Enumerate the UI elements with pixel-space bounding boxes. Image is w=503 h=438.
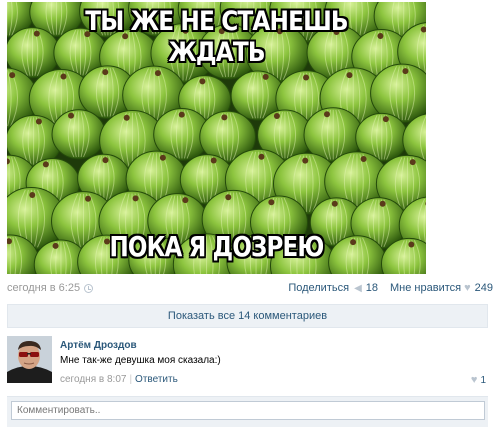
gooseberry-stem (382, 116, 389, 123)
comment-date[interactable]: сегодня в 8:07 (60, 374, 126, 385)
gooseberry-stem (303, 74, 310, 81)
heart-icon[interactable]: ♥ (464, 282, 471, 294)
avatar[interactable] (7, 336, 52, 383)
separator: | (129, 374, 133, 385)
gooseberry-stem (402, 68, 409, 75)
gooseberry-stem (221, 114, 228, 121)
gooseberry-stem (154, 70, 161, 77)
gooseberry-stem (102, 69, 109, 76)
gooseberry-stem (85, 195, 92, 202)
comment-author[interactable]: Артём Дроздов (60, 340, 137, 351)
gooseberry-stem (178, 111, 185, 118)
comment-like-button[interactable]: ♥ 1 (471, 374, 486, 386)
gooseberry-stem (409, 159, 416, 166)
gooseberry-stem (360, 156, 367, 163)
clock-icon (84, 283, 94, 293)
gooseberry-stem (42, 161, 49, 168)
gooseberry-stem (35, 118, 42, 125)
gooseberry-stem (159, 154, 166, 161)
meme-caption-top: ТЫ ЖЕ НЕ СТАНЕШЬ ЖДАТЬ (85, 6, 348, 68)
gooseberry-stem (262, 73, 269, 80)
comment-input[interactable] (11, 401, 485, 420)
post-image[interactable]: ТЫ ЖЕ НЕ СТАНЕШЬ ЖДАТЬ ПОКА Я ДОЗРЕЮ (7, 2, 426, 274)
comment-text: Мне так-же девушка моя сказала:) (60, 355, 221, 366)
gooseberry-stem (182, 197, 189, 204)
like-count[interactable]: 249 (475, 282, 493, 294)
post-actions: Поделиться ◀ 18 Мне нравится ♥ 249 (288, 282, 493, 294)
meme-caption-bottom: ПОКА Я ДОЗРЕЮ (109, 230, 324, 263)
post-meta: сегодня в 6:25 Поделиться ◀ 18 Мне нрави… (7, 280, 493, 296)
like-button[interactable]: Мне нравится (390, 282, 461, 294)
gooseberry-stem (123, 114, 130, 121)
reply-button[interactable]: Ответить (135, 374, 178, 385)
share-count[interactable]: 18 (366, 282, 378, 294)
gooseberry-stem (258, 153, 265, 160)
gooseberry-stem (210, 157, 217, 164)
comment-form (7, 396, 488, 427)
gooseberry-stem (225, 194, 232, 201)
share-button[interactable]: Поделиться (288, 282, 349, 294)
show-all-comments-button[interactable]: Показать все 14 комментариев (7, 304, 488, 328)
comment-like-count[interactable]: 1 (480, 375, 486, 386)
gooseberry-stem (29, 191, 36, 198)
gooseberry-stem (379, 200, 386, 207)
gooseberry-stem (132, 195, 139, 202)
comment: Артём Дроздов Мне так-же девушка моя ска… (7, 336, 488, 388)
heart-icon[interactable]: ♥ (471, 374, 478, 386)
gooseberry-stem (408, 241, 415, 248)
gooseberry-stem (102, 157, 109, 164)
gooseberry-stem (268, 199, 275, 206)
gooseberry-stem (68, 112, 75, 119)
gooseberry-stem (331, 200, 338, 207)
gooseberry-stem (199, 78, 206, 85)
gooseberry-stem (9, 72, 16, 79)
post-date[interactable]: сегодня в 6:25 (7, 282, 80, 294)
comment-footer: сегодня в 8:07 | Ответить (60, 374, 178, 385)
gooseberry-stem (60, 73, 67, 80)
share-megaphone-icon[interactable]: ◀ (354, 283, 362, 294)
gooseberry-stem (302, 157, 309, 164)
avatar-picture (7, 336, 52, 383)
gooseberry-stem (323, 111, 330, 118)
gooseberry-stem (273, 112, 280, 119)
gooseberry-stem (346, 72, 353, 79)
